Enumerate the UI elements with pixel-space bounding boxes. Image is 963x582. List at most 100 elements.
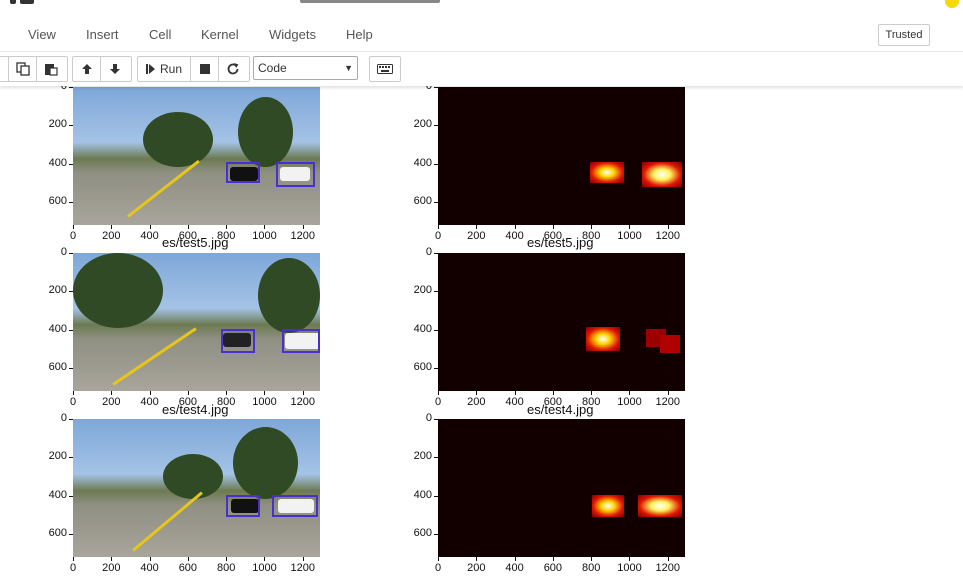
y-tick-mark [434,253,438,254]
x-tick-mark [264,225,266,229]
y-tick-label: 0 [60,246,67,258]
y-tick-mark [69,419,73,420]
x-tick-label: 200 [102,230,121,242]
y-tick-mark [69,291,73,293]
cell-output-area: es/test5.jpg es/test5.jpg es/test4.jpg e… [0,86,963,582]
x-tick-mark [111,225,113,229]
x-tick-label: 400 [505,562,524,574]
y-tick-label: 600 [413,195,432,207]
menu-widgets[interactable]: Widgets [269,18,316,51]
move-up-button[interactable] [73,57,101,81]
lane-line [112,327,197,386]
title-fragment [300,0,440,3]
x-tick-mark [111,557,113,561]
heat-blob [660,335,680,353]
heat-blob [586,327,620,351]
x-tick-label: 400 [140,562,159,574]
tree-foliage [143,112,213,167]
x-tick-label: 1200 [655,230,680,242]
x-tick-mark [591,225,593,229]
heatmap-image [438,253,685,391]
lane-line [132,491,203,552]
heatmap-image [438,87,685,225]
paste-button[interactable] [37,57,65,81]
lane-line [127,159,200,218]
copy-button[interactable] [9,57,37,81]
detection-box [226,162,260,183]
step-forward-icon [145,64,155,74]
interrupt-button[interactable] [191,57,219,81]
y-tick-mark [434,419,438,420]
command-palette-button[interactable] [370,57,400,81]
y-tick-mark [434,125,438,127]
y-tick-label: 200 [413,450,432,463]
x-tick-mark [226,557,228,561]
stop-icon [199,64,210,74]
run-button[interactable]: Run [138,57,191,81]
x-tick-mark [149,391,151,395]
y-tick-label: 0 [425,86,432,92]
run-label: Run [159,62,182,76]
y-tick-mark [69,87,73,88]
x-tick-mark [591,557,593,561]
menu-insert[interactable]: Insert [86,18,119,51]
x-tick-mark [226,391,228,395]
x-tick-mark [226,225,228,229]
x-tick-label: 600 [543,230,563,242]
restart-icon [227,63,239,75]
x-tick-label: 600 [178,230,198,242]
x-tick-mark [667,225,669,229]
trusted-indicator[interactable]: Trusted [878,24,930,46]
x-tick-mark [476,391,478,395]
menu-cell[interactable]: Cell [149,18,171,51]
y-tick-mark [69,457,73,459]
x-tick-mark [629,557,631,561]
cell-type-select[interactable]: Code ▼ [253,56,358,80]
move-down-button[interactable] [101,57,129,81]
x-tick-label: 1000 [617,562,642,574]
x-tick-mark [187,391,189,395]
tree-foliage [258,258,320,333]
x-tick-label: 1000 [617,396,642,408]
x-tick-mark [149,557,151,561]
y-tick-label: 400 [413,156,432,169]
x-tick-label: 1200 [290,562,315,574]
title-fragment [20,0,34,4]
x-tick-mark [302,225,304,229]
x-tick-label: 200 [102,396,121,408]
y-tick-mark [69,329,73,331]
x-tick-label: 400 [140,230,159,242]
x-tick-mark [514,557,516,561]
x-tick-mark [187,225,189,229]
heatmap-image [438,419,685,557]
x-tick-label: 0 [69,396,77,408]
test-image-with-boxes [73,253,320,391]
notebook-toolbar: Run Code ▼ [0,52,963,86]
y-tick-mark [434,163,438,165]
menu-view[interactable]: View [28,18,56,51]
x-tick-label: 1000 [252,562,277,574]
y-tick-mark [434,495,438,497]
paste-icon [45,64,58,76]
heat-blob [642,162,682,187]
x-tick-label: 200 [467,562,486,574]
x-tick-label: 1000 [252,396,277,408]
y-tick-mark [434,457,438,459]
x-tick-label: 600 [543,396,563,408]
clipboard-button-group [8,56,68,82]
y-tick-label: 600 [48,195,67,207]
x-tick-label: 800 [581,562,601,574]
x-tick-mark [73,225,74,229]
restart-button[interactable] [219,57,247,81]
x-tick-mark [629,225,631,229]
y-tick-mark [434,291,438,293]
menu-kernel[interactable]: Kernel [201,18,239,51]
x-tick-mark [438,557,439,561]
x-tick-label: 0 [434,396,442,408]
menu-help[interactable]: Help [346,18,373,51]
x-tick-label: 0 [434,562,442,574]
x-tick-label: 800 [216,230,236,242]
x-tick-mark [187,557,189,561]
x-tick-label: 1200 [655,396,680,408]
arrow-up-icon [81,64,92,74]
